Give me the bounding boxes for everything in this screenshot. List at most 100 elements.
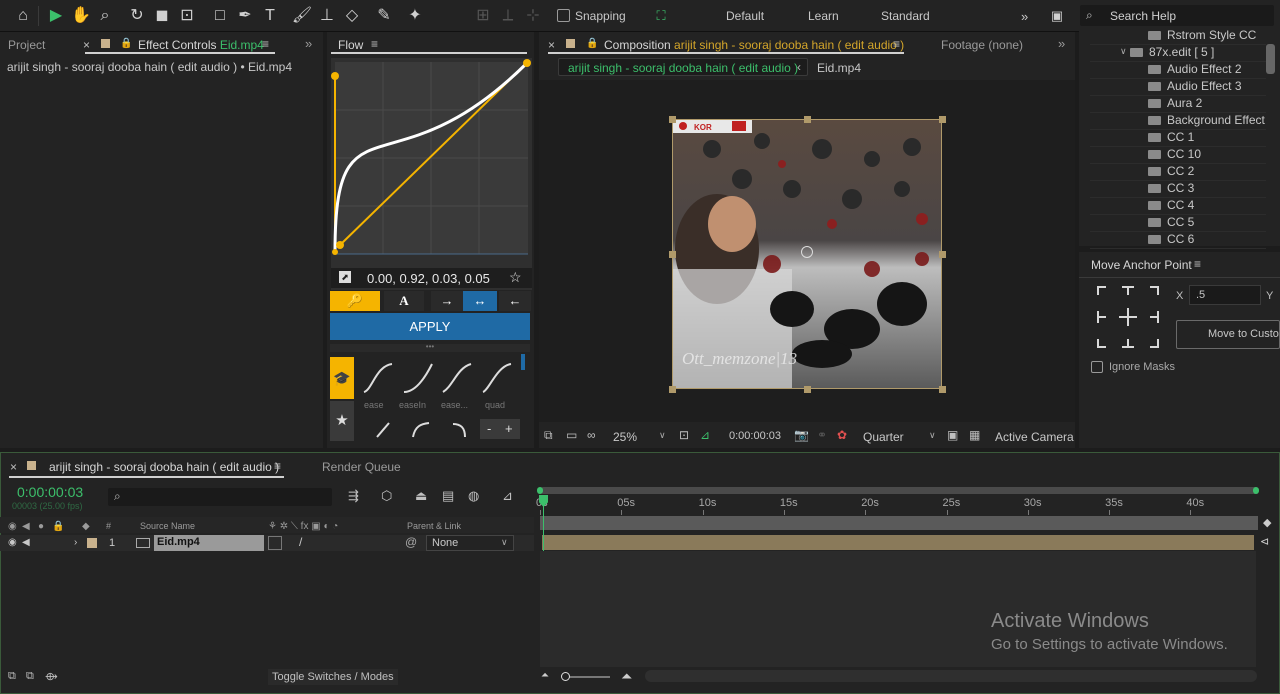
ease-in-button[interactable]: ← <box>499 291 531 311</box>
preset-count-stepper[interactable]: - + <box>480 419 520 439</box>
puppet-pin-tool-icon[interactable]: ✦ <box>404 5 426 27</box>
workspace-standard[interactable]: Standard <box>881 9 930 23</box>
list-item[interactable]: CC 2 <box>1148 164 1194 181</box>
chevron-down-icon[interactable]: ∨ <box>1120 46 1127 57</box>
monitor-icon[interactable]: ▭ <box>566 428 577 442</box>
fit-icon[interactable]: ⊡ <box>679 428 689 442</box>
shy-layers-icon[interactable]: ⏏ <box>415 488 427 504</box>
frame-blending-icon[interactable]: ▤ <box>442 488 454 504</box>
workspace-learn[interactable]: Learn <box>808 9 839 23</box>
type-tool-icon[interactable]: T <box>259 5 281 27</box>
flow-curve-graph[interactable] <box>331 58 532 290</box>
flow-menu-icon[interactable]: ≡ <box>371 37 378 51</box>
tab-render-queue[interactable]: Render Queue <box>322 460 401 474</box>
transform-handle[interactable] <box>669 116 676 123</box>
chevron-right-icon[interactable]: › <box>74 537 77 548</box>
curve-values[interactable]: 0.00, 0.92, 0.03, 0.05 <box>367 271 490 286</box>
plus-button[interactable]: + <box>505 421 513 436</box>
tab-effect-controls[interactable]: Effect Controls Eid.mp4 <box>138 38 264 52</box>
ignore-masks-checkbox[interactable] <box>1091 361 1103 373</box>
lock-column-icon[interactable]: 🔒 <box>52 521 64 532</box>
camera-tool-icon[interactable]: ◼ <box>151 5 173 27</box>
rotate-tool-icon[interactable]: ↻ <box>126 5 148 27</box>
clone-stamp-tool-icon[interactable]: ⊥ <box>316 5 338 27</box>
source-name-header[interactable]: Source Name <box>140 521 195 531</box>
always-preview-icon[interactable]: ⧉ <box>544 428 553 443</box>
pen-tool-icon[interactable]: ✒ <box>234 5 256 27</box>
curve-handle-2[interactable] <box>336 241 344 249</box>
comp-mini-flowchart-icon[interactable]: ⇶ <box>348 488 359 504</box>
zoom-tool-icon[interactable]: ⌕ <box>94 5 116 27</box>
snapping-checkbox[interactable] <box>557 9 570 22</box>
comp-nav-layer[interactable]: Eid.mp4 <box>817 61 861 75</box>
layer-audio-icon[interactable]: ◀ <box>22 537 30 548</box>
list-item[interactable]: CC 3 <box>1148 181 1194 198</box>
preset-quad-curve[interactable] <box>481 362 513 394</box>
show-snapshot-icon[interactable]: ⚭ <box>817 428 827 442</box>
panel-toggle-icon[interactable]: ▣ <box>1046 5 1068 27</box>
selection-tool-icon[interactable]: ▶ <box>45 5 67 27</box>
close-icon[interactable]: × <box>548 38 555 52</box>
work-area-bar[interactable] <box>540 487 1258 494</box>
zoom-dropdown[interactable]: 25% ∨ <box>609 428 673 445</box>
transform-handle[interactable] <box>939 116 946 123</box>
list-item[interactable]: Rstrom Style CC <box>1148 28 1256 45</box>
lock-icon[interactable]: 🔒 <box>586 38 598 49</box>
anchor-grid-widget[interactable] <box>1097 286 1159 348</box>
list-item[interactable]: CC 1 <box>1148 130 1194 147</box>
copy-values-icon[interactable]: ⬈ <box>339 271 351 283</box>
rectangle-tool-icon[interactable]: □ <box>209 5 231 27</box>
hand-tool-icon[interactable]: ✋ <box>70 5 92 27</box>
tab-project[interactable]: Project <box>8 38 45 52</box>
tab-overflow-icon[interactable]: » <box>305 36 312 51</box>
snapshot-camera-icon[interactable]: 📷 <box>794 428 809 442</box>
zoom-out-icon[interactable]: ⏶ <box>541 670 549 681</box>
transform-handle[interactable] <box>804 386 811 393</box>
graduation-cap-icon[interactable]: 🎓 <box>330 357 354 399</box>
eraser-tool-icon[interactable]: ◇ <box>341 5 363 27</box>
close-icon[interactable]: × <box>83 38 90 52</box>
axis-view-icon[interactable]: ⊹ <box>522 5 544 27</box>
tab-footage[interactable]: Footage (none) <box>941 38 1023 52</box>
mask-visibility-icon[interactable]: ∞ <box>587 428 596 442</box>
layer-label-color[interactable] <box>87 538 97 548</box>
work-area-start-handle[interactable] <box>537 487 543 494</box>
graph-editor-icon[interactable]: ⊿ <box>502 488 513 504</box>
preset-expo-curve[interactable] <box>411 422 431 438</box>
axis-world-icon[interactable]: ⟂ <box>497 5 519 27</box>
zoom-in-icon[interactable]: ⏶ <box>621 668 632 685</box>
preset-ease-inout-curve[interactable] <box>441 362 473 394</box>
composition-menu-icon[interactable]: ≡ <box>893 37 900 51</box>
preset-scrollbar[interactable] <box>521 354 525 370</box>
collapse-switch[interactable] <box>268 536 282 550</box>
flow-resize-handle[interactable]: ••• <box>330 343 530 352</box>
brush-tool-icon[interactable]: 🖌 <box>291 5 313 27</box>
comp-nav-breadcrumb[interactable]: arijit singh - sooraj dooba hain ( edit … <box>558 58 808 76</box>
text-mode-button[interactable]: A <box>384 291 424 311</box>
move-to-custom-button[interactable]: Move to Custo <box>1176 320 1280 349</box>
preset-circ-curve[interactable] <box>451 422 471 438</box>
timeline-menu-icon[interactable]: ≡ <box>274 459 281 473</box>
close-icon[interactable]: × <box>10 460 17 474</box>
timeline-zoom-handle[interactable] <box>561 672 570 681</box>
work-area-end-handle[interactable] <box>1253 487 1259 494</box>
ease-out-button[interactable]: → <box>431 291 463 311</box>
anchor-menu-icon[interactable]: ≡ <box>1194 257 1201 271</box>
viewer-timecode[interactable]: 0:00:00:03 <box>729 430 781 442</box>
anchor-point-icon[interactable] <box>801 246 813 258</box>
workspace-default[interactable]: Default <box>726 9 764 23</box>
video-visibility-icon[interactable]: ◉ <box>8 521 17 532</box>
transform-handle[interactable] <box>804 116 811 123</box>
list-item[interactable]: CC 5 <box>1148 215 1194 232</box>
toggle-switches-button[interactable]: Toggle Switches / Modes <box>268 669 398 685</box>
parent-link-header[interactable]: Parent & Link <box>407 521 461 531</box>
stretch-columns-icon[interactable]: ⟴ <box>45 670 58 683</box>
label-tag-icon[interactable]: ◆ <box>82 521 90 532</box>
apply-button[interactable]: APPLY <box>330 313 530 340</box>
motion-blur-icon[interactable]: ◍ <box>468 488 479 504</box>
transform-handle[interactable] <box>669 386 676 393</box>
anchor-x-input[interactable]: .5 <box>1189 285 1261 305</box>
parent-dropdown[interactable]: None ∨ <box>426 535 514 551</box>
preset-ease-curve[interactable] <box>362 362 394 394</box>
favorite-star-icon[interactable]: ☆ <box>509 269 522 286</box>
